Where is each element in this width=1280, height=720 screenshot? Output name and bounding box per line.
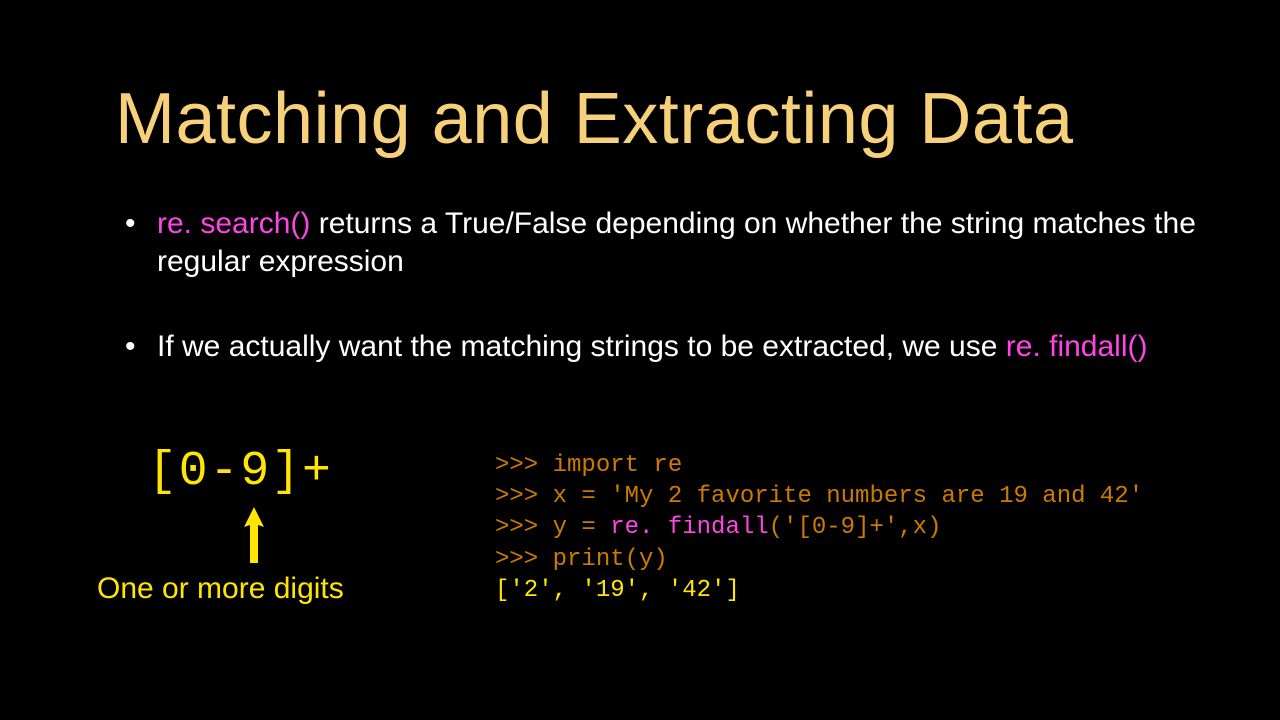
prompt: >>> (495, 514, 553, 541)
prompt: >>> (495, 483, 553, 510)
bullet-item: If we actually want the matching strings… (125, 328, 1205, 366)
code-line: import re (553, 452, 683, 479)
code-text: ('[0-9]+',x) (769, 514, 942, 541)
code-line: print(y) (553, 546, 668, 573)
prompt: >>> (495, 546, 553, 573)
regex-pattern: [0-9]+ (148, 445, 333, 499)
bullet-item: re. search() returns a True/False depend… (125, 205, 1205, 282)
code-text: y = (553, 514, 611, 541)
bullet-text: If we actually want the matching strings… (157, 330, 1006, 363)
bullet-list: re. search() returns a True/False depend… (125, 205, 1205, 366)
highlight-text: re. search() (157, 207, 310, 240)
slide-title: Matching and Extracting Data (115, 78, 1074, 160)
arrow-up-icon (240, 505, 268, 565)
highlight-text: re. findall() (1006, 330, 1148, 363)
slide: Matching and Extracting Data re. search(… (0, 0, 1280, 720)
code-block: >>> import re >>> x = 'My 2 favorite num… (495, 450, 1143, 606)
bullet-text: returns a True/False depending on whethe… (157, 207, 1196, 278)
code-line: x = 'My 2 favorite numbers are 19 and 42… (553, 483, 1144, 510)
code-function: re. findall (610, 514, 768, 541)
regex-caption: One or more digits (97, 572, 344, 606)
code-output: ['2', '19', '42'] (495, 577, 740, 604)
prompt: >>> (495, 452, 553, 479)
